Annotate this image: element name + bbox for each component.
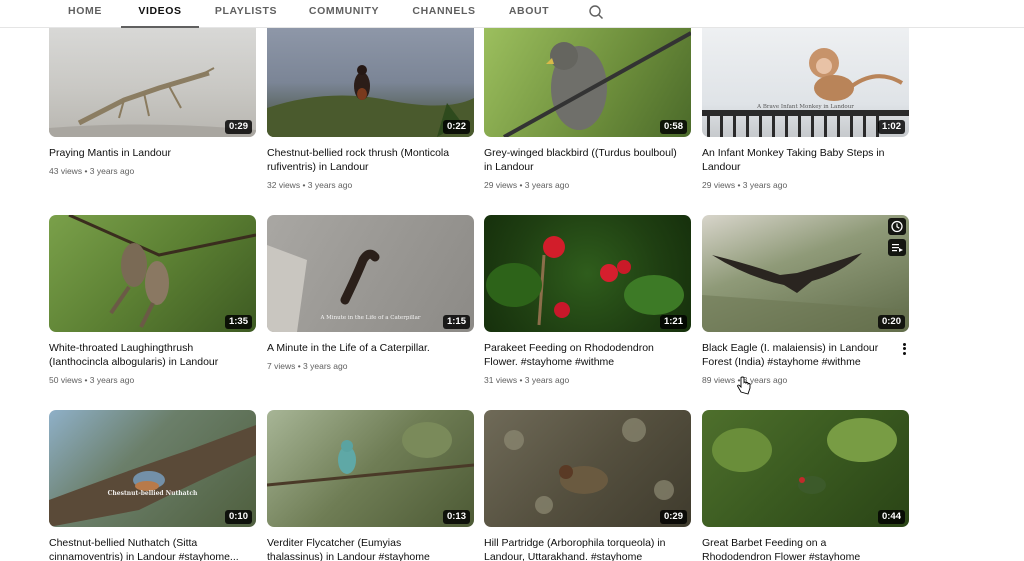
video-duration: 0:58 [659,120,687,134]
hill-partridge-image [504,418,674,514]
video-meta: 89 views • 3 years ago [702,375,788,385]
view-count: 43 views [49,166,83,176]
view-count: 29 views [484,180,518,190]
video-thumbnail[interactable]: 1:35 [49,215,256,332]
video-thumbnail[interactable]: 0:13 [267,410,474,527]
tab-playlists[interactable]: PLAYLISTS [208,0,284,28]
laughingthrush-image [68,215,256,328]
tab-home[interactable]: HOME [55,0,115,28]
channel-tabs: HOME VIDEOS PLAYLISTS COMMUNITY CHANNELS… [0,0,1024,28]
thumbnail-caption: Chestnut-bellied Nuthatch [107,490,198,497]
video-thumbnail[interactable]: 0:58 [484,28,691,137]
video-title[interactable]: A Minute in the Life of a Caterpillar. [267,341,474,355]
view-count: 31 views [484,375,518,385]
tab-about[interactable]: ABOUT [502,0,556,28]
video-card[interactable]: 0:20 Black Eagle (I. malaiensis) in Land… [702,215,909,385]
video-meta: 43 views • 3 years ago [49,166,135,176]
video-duration: 1:21 [659,315,687,329]
search-icon[interactable] [586,3,608,21]
flycatcher-image [267,422,474,487]
video-title[interactable]: Verditer Flycatcher (Eumyias thalassinus… [267,536,474,561]
video-meta: 7 views • 3 years ago [267,361,348,371]
video-thumbnail[interactable]: Chestnut-bellied Nuthatch 0:10 [49,410,256,527]
upload-age: 3 years ago [89,166,135,176]
video-card[interactable]: 0:13 Verditer Flycatcher (Eumyias thalas… [267,410,474,561]
view-count: 89 views [702,375,736,385]
video-title[interactable]: An Infant Monkey Taking Baby Steps in La… [702,146,909,174]
video-duration: 0:13 [442,510,470,524]
video-thumbnail[interactable]: 0:20 [702,215,909,332]
hand-cursor-icon [736,376,752,396]
video-title[interactable]: Parakeet Feeding on Rhododendron Flower.… [484,341,691,369]
video-title[interactable]: Hill Partridge (Arborophila torqueola) i… [484,536,691,561]
video-duration: 1:02 [877,120,905,134]
upload-age: 3 years ago [89,375,135,385]
video-meta: 29 views • 3 years ago [702,180,788,190]
video-thumbnail[interactable]: 0:29 [49,28,256,137]
video-duration: 0:22 [442,120,470,134]
video-duration: 0:10 [224,510,252,524]
video-card[interactable]: 0:58 Grey-winged blackbird ((Turdus boul… [484,28,691,190]
video-thumbnail[interactable]: 0:44 [702,410,909,527]
video-meta: 32 views • 3 years ago [267,180,353,190]
video-thumbnail[interactable]: 0:29 [484,410,691,527]
video-duration: 0:29 [659,510,687,524]
more-options-icon[interactable] [899,341,909,357]
parakeet-image [486,236,684,326]
upload-age: 3 years ago [524,180,570,190]
video-card[interactable]: 0:44 Great Barbet Feeding on a Rhododend… [702,410,909,561]
video-meta: 50 views • 3 years ago [49,375,135,385]
video-card[interactable]: A Minute in the Life of a Caterpillar 1:… [267,215,474,371]
upload-age: 3 years ago [303,361,348,371]
video-thumbnail[interactable]: A Minute in the Life of a Caterpillar 1:… [267,215,474,332]
tab-channels[interactable]: CHANNELS [405,0,483,28]
tab-community[interactable]: COMMUNITY [302,0,386,28]
video-card[interactable]: 0:22 Chestnut-bellied rock thrush (Monti… [267,28,474,190]
video-thumbnail[interactable]: 1:21 [484,215,691,332]
video-card[interactable]: A Brave Infant Monkey in Landour 1:02 An… [702,28,909,190]
video-card[interactable]: Chestnut-bellied Nuthatch 0:10 Chestnut-… [49,410,256,561]
video-duration: 0:29 [224,120,252,134]
video-meta: 29 views • 3 years ago [484,180,570,190]
add-to-queue-icon[interactable] [888,239,906,256]
video-duration: 1:35 [224,315,252,329]
video-duration: 0:44 [877,510,905,524]
video-duration: 0:20 [877,315,905,329]
video-title[interactable]: Black Eagle (I. malaiensis) in Landour F… [702,341,909,369]
thumbnail-caption: A Brave Infant Monkey in Landour [757,104,854,110]
great-barbet-image [712,418,897,494]
video-title[interactable]: Grey-winged blackbird ((Turdus boulboul)… [484,146,691,174]
video-meta: 31 views • 3 years ago [484,375,570,385]
view-count: 29 views [702,180,736,190]
video-card[interactable]: 1:21 Parakeet Feeding on Rhododendron Fl… [484,215,691,385]
upload-age: 3 years ago [307,180,353,190]
upload-age: 3 years ago [742,180,788,190]
video-card[interactable]: 1:35 White-throated Laughingthrush (Iant… [49,215,256,385]
video-title[interactable]: Chestnut-bellied Nuthatch (Sitta cinnamo… [49,536,256,561]
video-duration: 1:15 [442,315,470,329]
video-card[interactable]: 0:29 Hill Partridge (Arborophila torqueo… [484,410,691,561]
video-thumbnail[interactable]: A Brave Infant Monkey in Landour 1:02 [702,28,909,137]
tab-videos[interactable]: VIDEOS [121,0,199,28]
view-count: 32 views [267,180,301,190]
video-title[interactable]: Praying Mantis in Landour [49,146,256,160]
video-thumbnail[interactable]: 0:22 [267,28,474,137]
watch-later-icon[interactable] [888,218,906,235]
view-count: 7 views [267,361,296,371]
video-title[interactable]: White-throated Laughingthrush (Ianthocin… [49,341,256,369]
black-eagle-image [702,253,909,332]
video-title[interactable]: Chestnut-bellied rock thrush (Monticola … [267,146,474,174]
upload-age: 3 years ago [524,375,570,385]
video-card[interactable]: 0:29 Praying Mantis in Landour 43 views … [49,28,256,176]
nuthatch-image [49,425,256,527]
view-count: 50 views [49,375,83,385]
video-title[interactable]: Great Barbet Feeding on a Rhododendron F… [702,536,909,561]
